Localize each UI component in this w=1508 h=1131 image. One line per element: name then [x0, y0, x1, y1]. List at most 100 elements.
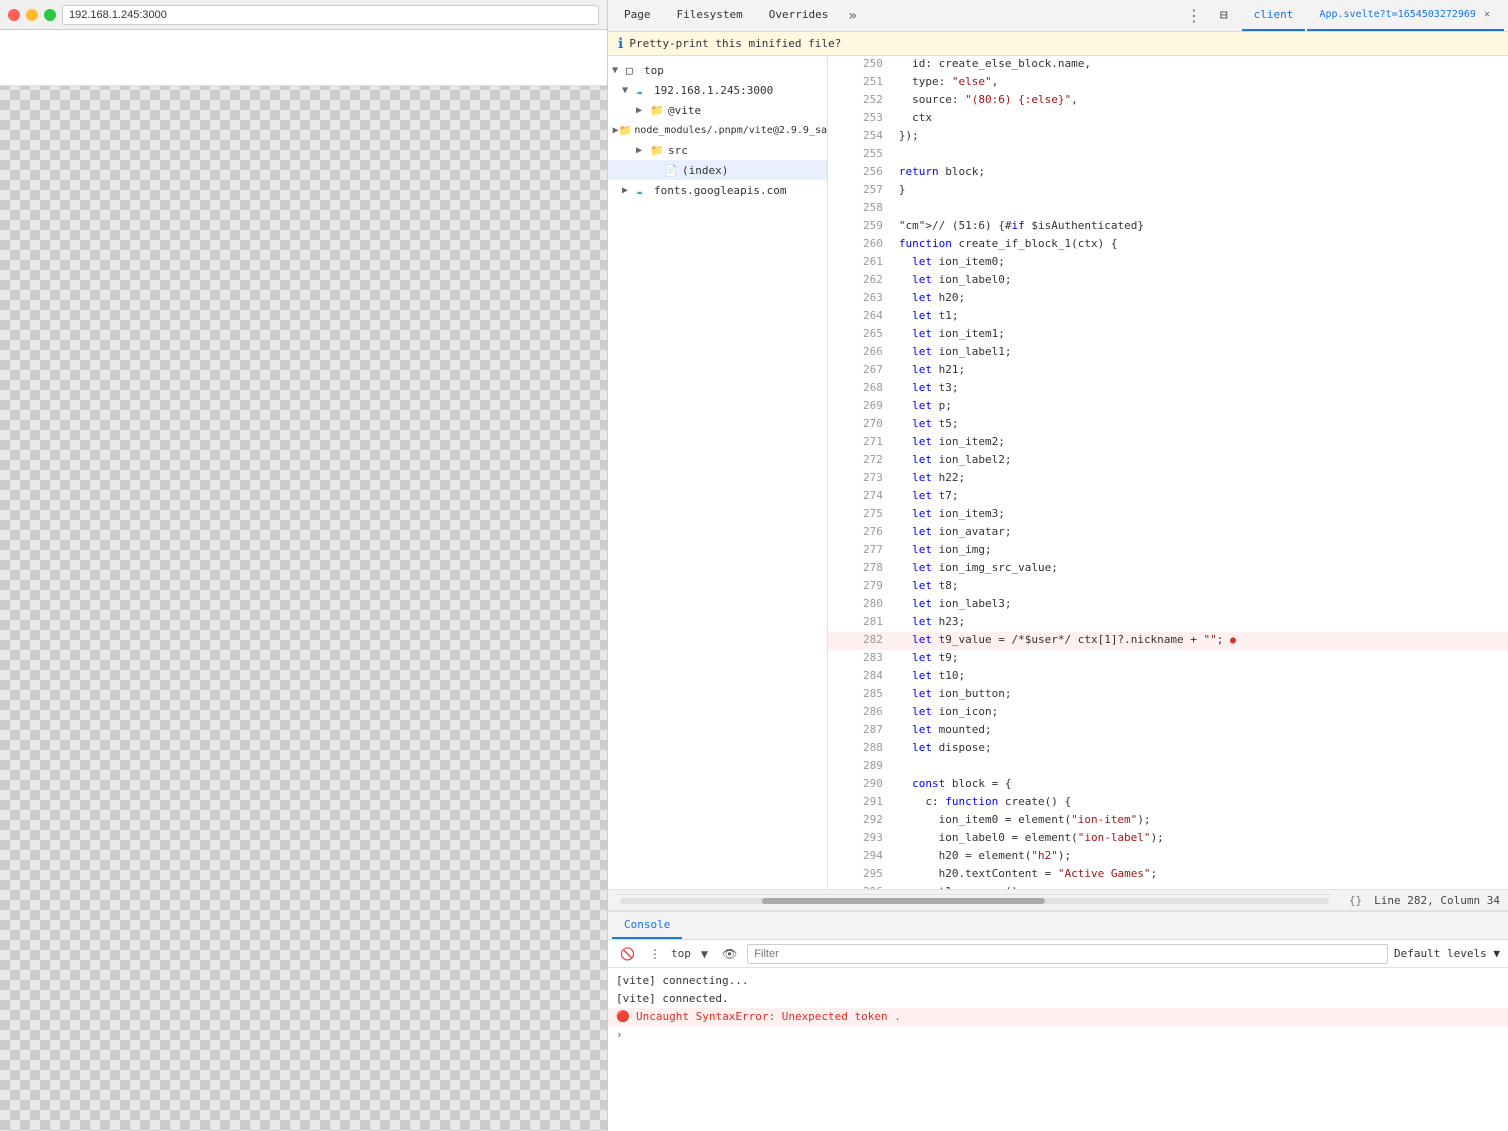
- line-number: 254: [828, 128, 891, 146]
- tree-label-vite: @vite: [668, 104, 827, 117]
- line-number: 287: [828, 722, 891, 740]
- console-filter-input[interactable]: [747, 944, 1388, 964]
- tree-item-server[interactable]: ▼ ☁ 192.168.1.245:3000: [608, 80, 827, 100]
- tab-client[interactable]: client: [1242, 0, 1306, 31]
- line-number: 281: [828, 614, 891, 632]
- line-number: 267: [828, 362, 891, 380]
- code-line-content: let t10;: [891, 668, 1508, 686]
- line-number: 280: [828, 596, 891, 614]
- devtools-body: ▼ □ top ▼ ☁ 192.168.1.245:3000 ▶ 📁 @vite…: [608, 56, 1508, 889]
- tree-item-fonts[interactable]: ▶ ☁ fonts.googleapis.com: [608, 180, 827, 200]
- line-number: 266: [828, 344, 891, 362]
- code-line-content: let mounted;: [891, 722, 1508, 740]
- code-line-content: source: "(80:6) {:else}",: [891, 92, 1508, 110]
- browser-dot-close[interactable]: [8, 9, 20, 21]
- line-number: 255: [828, 146, 891, 164]
- line-number: 277: [828, 542, 891, 560]
- tree-label-server: 192.168.1.245:3000: [654, 84, 827, 97]
- line-number: 292: [828, 812, 891, 830]
- tab-filesystem[interactable]: Filesystem: [665, 0, 755, 31]
- code-line-content: let ion_label1;: [891, 344, 1508, 362]
- line-number: 284: [828, 668, 891, 686]
- line-number: 288: [828, 740, 891, 758]
- line-number: 264: [828, 308, 891, 326]
- console-context-label: top: [671, 947, 691, 960]
- tree-label-src: src: [668, 144, 827, 157]
- browser-content: [0, 30, 607, 1131]
- line-number: 263: [828, 290, 891, 308]
- code-line-content: h20 = element("h2");: [891, 848, 1508, 866]
- tree-item-src[interactable]: ▶ 📁 src: [608, 140, 827, 160]
- tree-label-top: top: [644, 64, 827, 77]
- code-line-content: let t5;: [891, 416, 1508, 434]
- line-number: 289: [828, 758, 891, 776]
- code-line-content: [891, 146, 1508, 164]
- tab-console[interactable]: Console: [612, 912, 682, 939]
- line-number: 285: [828, 686, 891, 704]
- browser-navbar: [0, 30, 607, 86]
- browser-dot-minimize[interactable]: [26, 9, 38, 21]
- line-number: 291: [828, 794, 891, 812]
- line-number: 282: [828, 632, 891, 650]
- tree-icon-fonts: ☁: [636, 184, 652, 197]
- line-number: 286: [828, 704, 891, 722]
- devtools-menu-button[interactable]: ⋮: [1178, 0, 1210, 31]
- error-icon: 🔴: [616, 1010, 632, 1023]
- tree-item-vite[interactable]: ▶ 📁 @vite: [608, 100, 827, 120]
- tree-item-top[interactable]: ▼ □ top: [608, 60, 827, 80]
- code-line-content: let ion_label2;: [891, 452, 1508, 470]
- tab-close-button[interactable]: ✕: [1482, 9, 1492, 20]
- code-line-content: t1 = space();: [891, 884, 1508, 889]
- console-clear-button[interactable]: 🚫: [616, 947, 639, 961]
- tab-page[interactable]: Page: [612, 0, 663, 31]
- line-number: 295: [828, 866, 891, 884]
- line-number: 253: [828, 110, 891, 128]
- console-message-error: 🔴 Uncaught SyntaxError: Unexpected token…: [608, 1008, 1508, 1026]
- console-text-error: Uncaught SyntaxError: Unexpected token .: [636, 1010, 1500, 1023]
- code-line-content: const block = {: [891, 776, 1508, 794]
- console-tabs-bar: Console: [608, 912, 1508, 940]
- scrollbar-thumb: [762, 898, 1046, 904]
- browser-address-bar[interactable]: 192.168.1.245:3000: [62, 5, 599, 25]
- line-number: 273: [828, 470, 891, 488]
- code-line-content: ion_label0 = element("ion-label");: [891, 830, 1508, 848]
- code-line-content: type: "else",: [891, 74, 1508, 92]
- tab-active-file[interactable]: App.svelte?t=1654503272969 ✕: [1307, 0, 1504, 31]
- line-number: 257: [828, 182, 891, 200]
- browser-dot-maximize[interactable]: [44, 9, 56, 21]
- line-number: 261: [828, 254, 891, 272]
- horizontal-scrollbar[interactable]: [616, 894, 1333, 906]
- console-arrow-button[interactable]: ▼: [697, 947, 712, 961]
- code-line-content: let dispose;: [891, 740, 1508, 758]
- line-number: 256: [828, 164, 891, 182]
- line-number: 283: [828, 650, 891, 668]
- code-line-content: "cm">// (51:6) {#if $isAuthenticated}: [891, 218, 1508, 236]
- code-line-content: let ion_avatar;: [891, 524, 1508, 542]
- tab-overrides[interactable]: Overrides: [757, 0, 841, 31]
- devtools-tabs-bar: Page Filesystem Overrides » ⋮ ⊟ client A…: [608, 0, 1508, 32]
- tree-item-index[interactable]: 📄 (index): [608, 160, 827, 180]
- code-editor[interactable]: 250 id: create_else_block.name,251 type:…: [828, 56, 1508, 889]
- code-line-content: }: [891, 182, 1508, 200]
- code-line-content: [891, 758, 1508, 776]
- line-number: 250: [828, 56, 891, 74]
- devtools-icon-btn[interactable]: ⊟: [1212, 0, 1236, 31]
- tree-item-node-modules[interactable]: ▶ 📁 node_modules/.pnpm/vite@2.9.9_sa: [608, 120, 827, 140]
- tree-arrow-top: ▼: [612, 65, 626, 76]
- code-line-content: let t1;: [891, 308, 1508, 326]
- tree-label-node-modules: node_modules/.pnpm/vite@2.9.9_sa: [634, 125, 827, 136]
- code-line-content: let h21;: [891, 362, 1508, 380]
- code-line-content: let h22;: [891, 470, 1508, 488]
- code-line-content: let t9_value = /*$user*/ ctx[1]?.nicknam…: [891, 632, 1508, 650]
- line-number: 290: [828, 776, 891, 794]
- code-line-content: let p;: [891, 398, 1508, 416]
- console-settings-button[interactable]: ⋮: [645, 947, 665, 961]
- console-eye-button[interactable]: 👁: [718, 947, 741, 961]
- code-line-content: let h20;: [891, 290, 1508, 308]
- console-prompt[interactable]: ›: [608, 1026, 1508, 1043]
- console-levels-dropdown[interactable]: Default levels ▼: [1394, 947, 1500, 960]
- tree-icon-node-modules: 📁: [619, 124, 633, 137]
- code-line-content: let t9;: [891, 650, 1508, 668]
- status-bar-icon: {}: [1349, 894, 1366, 907]
- more-tabs-button[interactable]: »: [842, 0, 862, 31]
